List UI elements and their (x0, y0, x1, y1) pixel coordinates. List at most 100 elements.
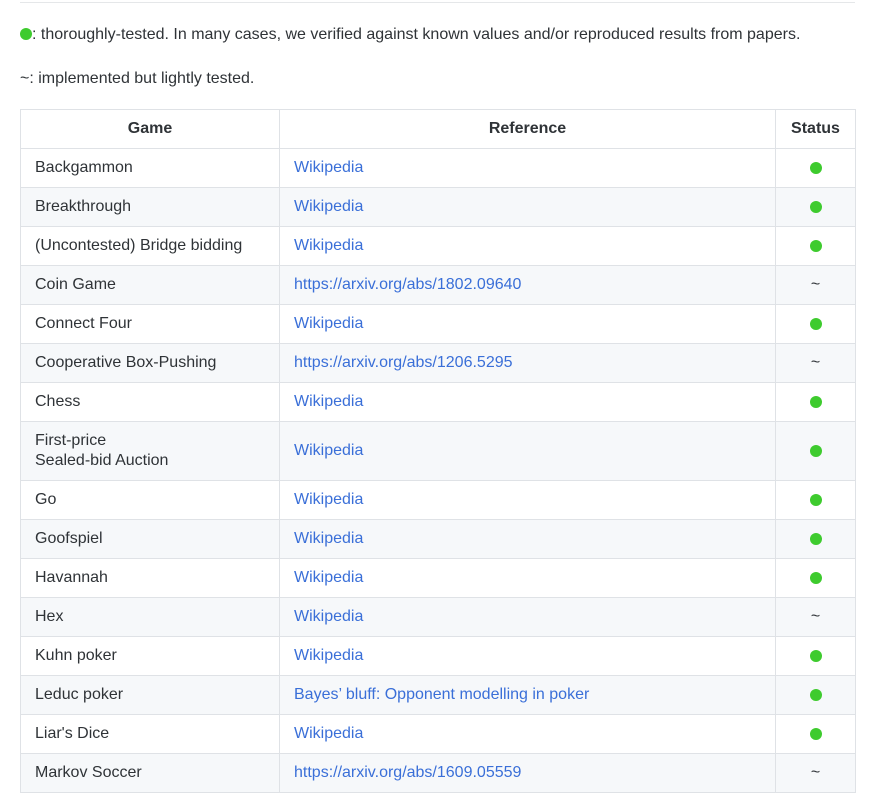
game-name: Coin Game (35, 276, 116, 293)
legend-thoroughly-tested-text: : thoroughly-tested. In many cases, we v… (32, 26, 800, 43)
reference-link[interactable]: Wikipedia (294, 647, 363, 664)
reference-cell: Wikipedia (280, 188, 776, 227)
game-name: Cooperative Box-Pushing (35, 354, 216, 371)
green-circle-icon (810, 318, 822, 330)
table-row: Coin Game https://arxiv.org/abs/1802.096… (21, 266, 856, 305)
game-name: Go (35, 491, 56, 508)
reference-cell: Wikipedia (280, 520, 776, 559)
reference-link[interactable]: Wikipedia (294, 237, 363, 254)
game-name: Leduc poker (35, 686, 123, 703)
reference-link[interactable]: https://arxiv.org/abs/1609.05559 (294, 764, 521, 781)
game-cell: First-price Sealed-bid Auction (21, 422, 280, 481)
green-circle-icon (810, 728, 822, 740)
game-cell: Kuhn poker (21, 637, 280, 676)
reference-cell: Bayes’ bluff: Opponent modelling in poke… (280, 676, 776, 715)
status-cell (776, 559, 856, 598)
tilde-symbol: ~ (20, 70, 29, 87)
reference-cell: Wikipedia (280, 422, 776, 481)
green-circle-icon (810, 494, 822, 506)
green-circle-icon (810, 201, 822, 213)
table-row: Liar's Dice Wikipedia (21, 715, 856, 754)
table-row: First-price Sealed-bid Auction Wikipedia (21, 422, 856, 481)
games-table-body: Backgammon Wikipedia Breakthrough Wikipe… (21, 149, 856, 793)
column-header-game: Game (21, 110, 280, 149)
table-row: Leduc poker Bayes’ bluff: Opponent model… (21, 676, 856, 715)
green-circle-icon (810, 650, 822, 662)
table-row: Cooperative Box-Pushing https://arxiv.or… (21, 344, 856, 383)
game-cell: Go (21, 481, 280, 520)
game-cell: Cooperative Box-Pushing (21, 344, 280, 383)
reference-link[interactable]: Wikipedia (294, 725, 363, 742)
game-cell: (Uncontested) Bridge bidding (21, 227, 280, 266)
status-cell: ~ (776, 266, 856, 305)
status-cell (776, 481, 856, 520)
reference-link[interactable]: Bayes’ bluff: Opponent modelling in poke… (294, 686, 589, 703)
table-row: Backgammon Wikipedia (21, 149, 856, 188)
reference-link[interactable]: https://arxiv.org/abs/1802.09640 (294, 276, 521, 293)
tilde-status: ~ (811, 764, 820, 781)
status-cell: ~ (776, 754, 856, 793)
green-circle-icon (810, 396, 822, 408)
reference-link[interactable]: Wikipedia (294, 491, 363, 508)
table-row: Kuhn poker Wikipedia (21, 637, 856, 676)
status-cell: ~ (776, 598, 856, 637)
game-name: Hex (35, 608, 63, 625)
reference-cell: Wikipedia (280, 715, 776, 754)
game-cell: Chess (21, 383, 280, 422)
tilde-status: ~ (811, 608, 820, 625)
reference-link[interactable]: Wikipedia (294, 159, 363, 176)
game-name: Connect Four (35, 315, 132, 332)
game-name: Havannah (35, 569, 108, 586)
table-row: Go Wikipedia (21, 481, 856, 520)
page: : thoroughly-tested. In many cases, we v… (0, 2, 887, 793)
status-cell (776, 676, 856, 715)
game-name: Liar's Dice (35, 725, 109, 742)
game-name: Markov Soccer (35, 764, 142, 781)
table-row: Havannah Wikipedia (21, 559, 856, 598)
legend-lightly-tested-text: : implemented but lightly tested. (29, 70, 254, 87)
status-cell (776, 383, 856, 422)
game-name: First-price Sealed-bid Auction (35, 432, 168, 469)
table-row: Breakthrough Wikipedia (21, 188, 856, 227)
green-circle-icon (20, 28, 32, 40)
column-header-reference: Reference (280, 110, 776, 149)
game-name: Backgammon (35, 159, 133, 176)
top-divider (20, 2, 855, 3)
game-name: Breakthrough (35, 198, 131, 215)
reference-cell: Wikipedia (280, 149, 776, 188)
table-row: Chess Wikipedia (21, 383, 856, 422)
green-circle-icon (810, 572, 822, 584)
table-row: (Uncontested) Bridge bidding Wikipedia (21, 227, 856, 266)
reference-link[interactable]: Wikipedia (294, 393, 363, 410)
game-cell: Leduc poker (21, 676, 280, 715)
status-cell (776, 715, 856, 754)
green-circle-icon (810, 240, 822, 252)
reference-link[interactable]: Wikipedia (294, 198, 363, 215)
game-cell: Goofspiel (21, 520, 280, 559)
reference-cell: https://arxiv.org/abs/1609.05559 (280, 754, 776, 793)
reference-cell: Wikipedia (280, 559, 776, 598)
game-cell: Markov Soccer (21, 754, 280, 793)
status-cell (776, 188, 856, 227)
reference-link[interactable]: https://arxiv.org/abs/1206.5295 (294, 354, 513, 371)
game-cell: Liar's Dice (21, 715, 280, 754)
reference-link[interactable]: Wikipedia (294, 530, 363, 547)
reference-link[interactable]: Wikipedia (294, 569, 363, 586)
status-cell (776, 520, 856, 559)
green-circle-icon (810, 689, 822, 701)
reference-link[interactable]: Wikipedia (294, 315, 363, 332)
green-circle-icon (810, 162, 822, 174)
reference-cell: Wikipedia (280, 305, 776, 344)
game-cell: Breakthrough (21, 188, 280, 227)
reference-link[interactable]: Wikipedia (294, 608, 363, 625)
reference-cell: Wikipedia (280, 637, 776, 676)
reference-cell: Wikipedia (280, 227, 776, 266)
status-cell: ~ (776, 344, 856, 383)
status-cell (776, 305, 856, 344)
reference-link[interactable]: Wikipedia (294, 442, 363, 459)
game-name: Chess (35, 393, 80, 410)
reference-cell: Wikipedia (280, 598, 776, 637)
reference-cell: https://arxiv.org/abs/1802.09640 (280, 266, 776, 305)
reference-cell: Wikipedia (280, 481, 776, 520)
game-cell: Backgammon (21, 149, 280, 188)
